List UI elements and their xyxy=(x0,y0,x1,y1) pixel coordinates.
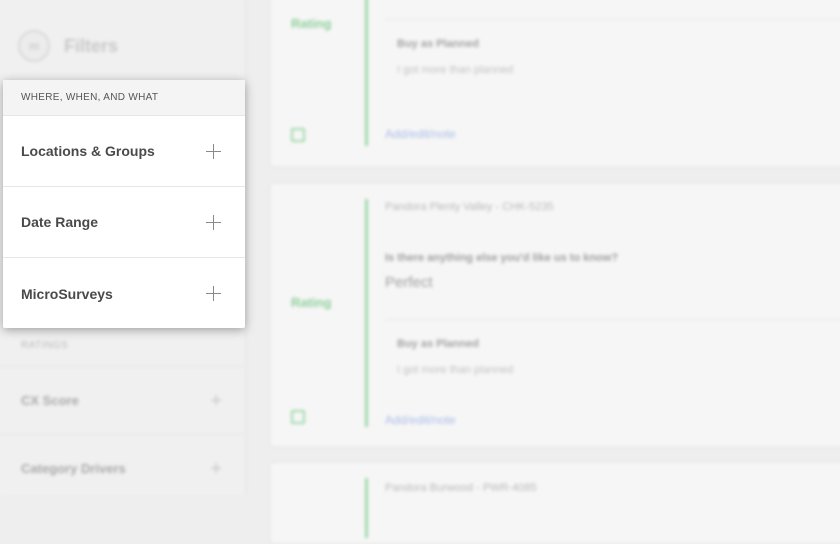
sidebar-item-category-drivers[interactable]: Category Drivers + xyxy=(0,434,244,502)
survey-question: Is there anything else you'd like us to … xyxy=(385,252,619,264)
filter-item-date-range[interactable]: Date Range xyxy=(3,187,245,258)
rating-detail-box: Buy as Planned I got more than planned xyxy=(385,319,840,390)
rating-detail-title: Buy as Planned xyxy=(397,338,479,350)
add-note-link[interactable]: Add/edit/note xyxy=(385,413,456,427)
dropdown-section-header: WHERE, WHEN, AND WHAT xyxy=(3,80,245,116)
card-accent-bar xyxy=(365,0,368,146)
card-location: Pandora Burwood - PWR-4085 xyxy=(385,482,537,494)
checkbox[interactable] xyxy=(291,128,305,142)
sidebar-item-cx-score[interactable]: CX Score + xyxy=(0,366,244,434)
plus-icon[interactable]: + xyxy=(210,459,222,479)
rating-label: Rating xyxy=(291,295,332,310)
add-note-link[interactable]: Add/edit/note xyxy=(385,127,456,141)
sidebar-item-label: CX Score xyxy=(21,393,79,408)
sidebar-item-label: Category Drivers xyxy=(21,461,126,476)
filter-item-label: Date Range xyxy=(21,214,99,230)
plus-icon[interactable] xyxy=(206,286,221,301)
plus-icon[interactable] xyxy=(206,143,221,159)
rating-detail-box: Buy as Planned I got more than planned xyxy=(385,19,840,90)
card-location: Pandora Plenty Valley - CHK-5235 xyxy=(385,201,554,213)
sidebar-title: Filters xyxy=(64,35,119,56)
checkbox[interactable] xyxy=(291,410,305,424)
response-card: Rating Buy as Planned I got more than pl… xyxy=(270,0,840,167)
response-feed: Rating Buy as Planned I got more than pl… xyxy=(265,0,840,544)
filter-item-label: MicroSurveys xyxy=(21,285,113,302)
plus-icon[interactable] xyxy=(206,214,221,230)
filter-item-microsurveys[interactable]: MicroSurveys xyxy=(3,258,245,329)
rating-detail-subtitle: I got more than planned xyxy=(397,64,514,76)
filter-item-locations-groups[interactable]: Locations & Groups xyxy=(3,116,245,187)
plus-icon[interactable]: + xyxy=(210,391,222,411)
rating-detail-subtitle: I got more than planned xyxy=(397,364,514,376)
card-accent-bar xyxy=(365,478,368,538)
response-card: Pandora Burwood - PWR-4085 xyxy=(270,462,840,544)
ratings-section-label: RATINGS xyxy=(21,340,69,351)
rating-detail-title: Buy as Planned xyxy=(397,38,479,50)
filter-item-label: Locations & Groups xyxy=(21,143,155,159)
card-accent-bar xyxy=(365,199,368,427)
rating-label: Rating xyxy=(291,16,332,31)
survey-answer: Perfect xyxy=(385,274,433,291)
brand-logo-icon: m xyxy=(18,30,50,62)
filter-dropdown-panel: WHERE, WHEN, AND WHAT Locations & Groups… xyxy=(3,80,245,328)
response-card: Pandora Plenty Valley - CHK-5235 Is ther… xyxy=(270,183,840,447)
sidebar-header: m Filters xyxy=(18,30,118,62)
